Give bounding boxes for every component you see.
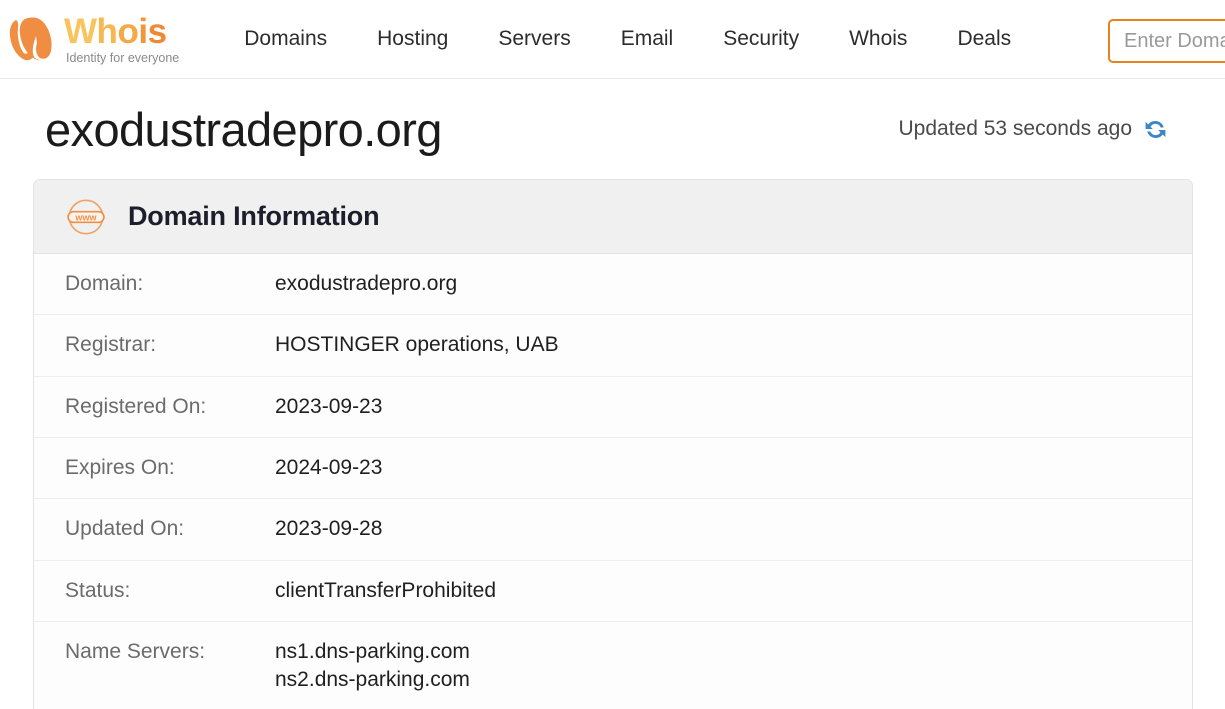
page-title: exodustradepro.org [45, 102, 442, 156]
search-input[interactable] [1108, 19, 1225, 63]
info-row-status: Status: clientTransferProhibited [34, 561, 1192, 623]
nav-link-servers[interactable]: Servers [473, 21, 595, 57]
refresh-sync-icon[interactable] [1142, 116, 1169, 143]
info-label: Expires On: [65, 456, 175, 480]
info-label: Domain: [65, 272, 144, 295]
title-row: exodustradepro.org Updated 53 seconds ag… [32, 79, 1193, 179]
info-value: 2023-09-28 [275, 517, 383, 541]
info-value: 2024-09-23 [275, 456, 383, 480]
info-label: Registrar: [65, 333, 157, 357]
nav-link-whois[interactable]: Whois [824, 21, 932, 57]
brand-tagline: Identity for everyone [66, 51, 180, 66]
domain-info-list: Domain: exodustradepro.org Registrar: HO… [34, 254, 1192, 709]
updated-timestamp: Updated 53 seconds ago [898, 117, 1132, 140]
svg-text:www: www [74, 212, 96, 222]
info-row-registrar: Registrar: HOSTINGER operations, UAB [34, 315, 1192, 377]
card-header-title: Domain Information [128, 201, 380, 231]
info-value: HOSTINGER operations, UAB [275, 333, 559, 357]
top-navbar: Whois Identity for everyone Domains Host… [0, 0, 1225, 79]
info-label: Name Servers: [65, 640, 206, 664]
nav-link-domains[interactable]: Domains [219, 21, 352, 57]
info-value: clientTransferProhibited [275, 578, 496, 602]
info-row-name-servers: Name Servers: ns1.dns-parking.com ns2.dn… [34, 622, 1192, 709]
brand-logo[interactable]: Whois Identity for everyone [6, 12, 179, 66]
brand-wordmark: Whois [64, 12, 167, 52]
whois-w-mark-icon [9, 17, 52, 61]
nav-links: Domains Hosting Servers Email Security W… [219, 21, 1036, 57]
brand-text: Whois Identity for everyone [64, 12, 179, 66]
info-label: Registered On: [65, 394, 207, 418]
info-value: 2023-09-23 [275, 394, 383, 418]
info-value: exodustradepro.org [275, 272, 458, 295]
domain-information-card: www Domain Information Domain: exodustra… [33, 179, 1193, 709]
nav-link-security[interactable]: Security [698, 21, 824, 57]
info-label: Updated On: [65, 517, 185, 541]
card-header: www Domain Information [34, 180, 1192, 254]
page-content: exodustradepro.org Updated 53 seconds ag… [0, 79, 1225, 709]
domain-search [1108, 19, 1225, 63]
updated-status: Updated 53 seconds ago [898, 116, 1191, 143]
info-row-domain: Domain: exodustradepro.org [34, 254, 1192, 316]
info-row-expires-on: Expires On: 2024-09-23 [34, 438, 1192, 500]
info-row-updated-on: Updated On: 2023-09-28 [34, 499, 1192, 561]
info-row-registered-on: Registered On: 2023-09-23 [34, 377, 1192, 439]
www-globe-icon: www [67, 198, 105, 235]
nav-link-email[interactable]: Email [596, 21, 699, 57]
nav-link-hosting[interactable]: Hosting [352, 21, 473, 57]
info-value: ns1.dns-parking.com ns2.dns-parking.com [275, 640, 470, 692]
info-label: Status: [65, 578, 131, 602]
nav-link-deals[interactable]: Deals [932, 21, 1036, 57]
